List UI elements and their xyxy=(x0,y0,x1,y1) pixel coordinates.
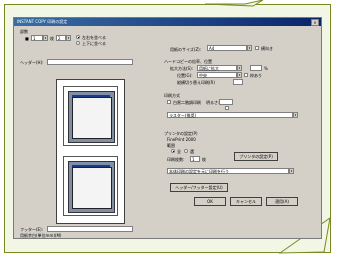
pages-dropdown[interactable]: ▾ xyxy=(66,35,71,41)
border-label: 枠あり xyxy=(250,73,262,78)
copies2-input[interactable]: 1 xyxy=(190,156,200,162)
copies2-label: 印刷枚数: xyxy=(167,157,185,162)
print-method-select[interactable]: ラスター(推奨) xyxy=(167,112,293,118)
rotate-label: 縦横切り替え印刷(R) xyxy=(177,80,215,85)
print-method-dropdown[interactable]: ▾ xyxy=(293,112,298,118)
radio-all[interactable] xyxy=(171,149,175,153)
margin-label: 用紙余白(単位mm)(M) xyxy=(20,233,62,238)
header-input[interactable] xyxy=(47,59,133,65)
print-preview xyxy=(56,79,125,224)
printer-name: FinePrint 2000 xyxy=(167,137,196,142)
dialog-title-bar: INSTANT COPY 印刷の設定 × xyxy=(14,18,321,26)
radio-all-label: 全 xyxy=(177,149,181,154)
pages-input[interactable]: 2 xyxy=(56,35,66,41)
percent-label: % xyxy=(264,66,268,71)
copies-input[interactable]: 1 xyxy=(31,35,43,41)
pages-label: 枚 xyxy=(50,36,54,41)
paper-size-dropdown[interactable]: ▾ xyxy=(247,45,252,51)
brightness-label: 明るさ: xyxy=(206,100,220,105)
scale-select[interactable]: 用紙に拡大 xyxy=(197,65,237,71)
scale-label: 拡大方法(S): xyxy=(170,66,194,71)
rotate-input[interactable] xyxy=(233,79,243,85)
order-top-to-bottom: 上下に並べる xyxy=(82,41,106,46)
paper-size-label: 用紙のサイズ(Z): xyxy=(170,47,202,52)
paper-size-select[interactable]: A4 xyxy=(207,45,247,51)
copies-dropdown[interactable]: ▾ xyxy=(43,35,48,41)
range-label: 範囲 xyxy=(167,143,175,148)
brightness-input[interactable] xyxy=(219,99,233,105)
position-dropdown[interactable]: ▾ xyxy=(237,72,242,78)
scale-dropdown[interactable]: ▾ xyxy=(237,65,242,71)
dither-label: 白黒二階調印刷 xyxy=(173,100,201,105)
header-footer-button[interactable]: ヘッダー/フッター設定(U) xyxy=(170,183,228,192)
footer-input[interactable] xyxy=(47,226,133,232)
preview-page-1 xyxy=(63,86,118,146)
print-mode-group-title: 印刷方式 xyxy=(164,93,180,98)
scale-percent-input[interactable] xyxy=(250,65,262,71)
dialog-title: INSTANT COPY 印刷の設定 xyxy=(17,19,68,24)
landscape-checkbox[interactable] xyxy=(255,46,259,50)
radio-left-to-right[interactable] xyxy=(76,35,80,39)
printer-info-dropdown[interactable]: ▾ xyxy=(289,168,294,174)
border-checkbox[interactable] xyxy=(244,73,248,77)
header-label: ヘッダー(H): xyxy=(20,60,44,65)
radio-top-to-bottom[interactable] xyxy=(76,41,80,45)
landscape-label: 横向き xyxy=(261,46,273,51)
color-icon: ■ xyxy=(25,36,29,41)
cancel-button[interactable]: キャンセル xyxy=(230,197,262,206)
dither-checkbox[interactable] xyxy=(167,100,171,104)
position-select[interactable]: 中央 xyxy=(197,72,237,78)
apply-button[interactable]: 適用(A) xyxy=(266,197,298,206)
printer-info-select[interactable]: 本体印刷の設定を元に印刷を行う xyxy=(167,168,289,174)
copies-label: 部数 xyxy=(20,29,28,34)
close-button[interactable]: × xyxy=(311,19,319,26)
ok-button[interactable]: OK xyxy=(194,197,226,206)
printer-setup-button[interactable]: プリンタの設定(P) xyxy=(234,152,278,161)
radio-selection[interactable] xyxy=(184,149,188,153)
preview-page-2 xyxy=(63,156,118,216)
position-label: 位置(G): xyxy=(177,73,193,78)
extra-checkbox[interactable] xyxy=(225,106,229,110)
radio-selection-label: 選 xyxy=(190,149,194,154)
print-settings-dialog: INSTANT COPY 印刷の設定 × 部数 ■ 1 ▾ 枚 2 ▾ 左右を並… xyxy=(13,17,322,239)
copies2-unit: 枚 xyxy=(202,157,206,162)
